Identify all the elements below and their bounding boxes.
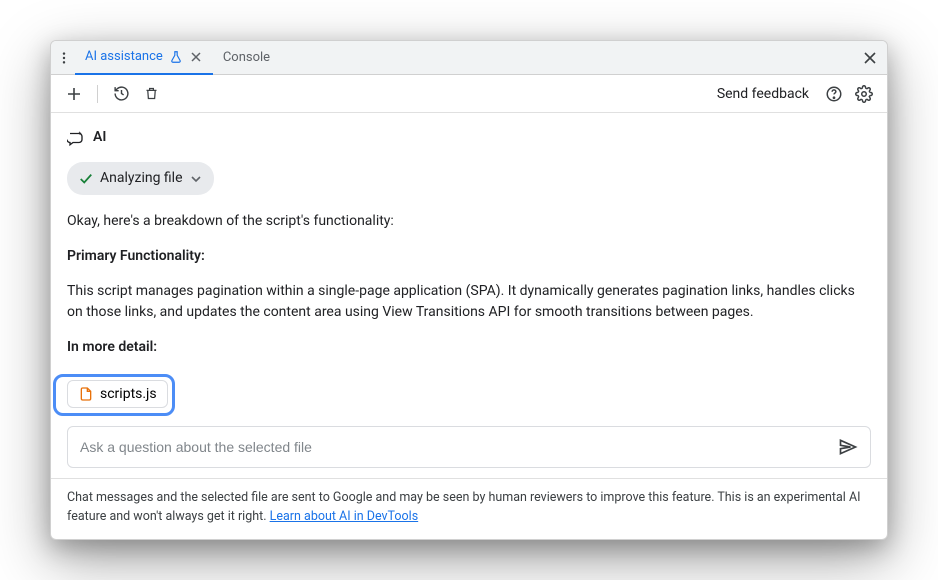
history-button[interactable] [108,81,134,107]
tab-label: AI assistance [85,49,163,64]
analyzing-chip[interactable]: Analyzing file [67,162,214,195]
panel-close-button[interactable] [855,43,885,73]
disclaimer-link[interactable]: Learn about AI in DevTools [270,509,419,524]
file-chip-label: scripts.js [100,386,157,402]
prompt-input-row [67,426,871,468]
message-heading-1: Primary Functionality: [67,246,871,267]
message-intro: Okay, here's a breakdown of the script's… [67,211,871,232]
tab-ai-assistance[interactable]: AI assistance [75,41,213,75]
more-tabs-button[interactable] [53,45,75,71]
devtools-panel: AI assistance Console Send feedback [50,40,888,540]
check-icon [79,172,93,186]
send-feedback-link[interactable]: Send feedback [709,82,817,106]
tab-console[interactable]: Console [213,41,280,75]
message-body-1: This script manages pagination within a … [67,281,871,323]
chevron-down-icon [190,173,202,185]
help-button[interactable] [821,81,847,107]
prompt-input[interactable] [80,439,834,455]
sparkle-icon [67,129,85,147]
message-heading-2: In more detail: [67,337,871,358]
send-button[interactable] [834,433,862,461]
toolbar-separator [97,85,98,103]
file-context-row: scripts.js [51,380,887,418]
chip-label: Analyzing file [100,168,183,189]
tab-strip: AI assistance Console [51,41,887,75]
flask-icon [169,50,183,64]
ai-header: AI [67,127,871,148]
file-icon [78,386,94,402]
settings-button[interactable] [851,81,877,107]
chat-content: AI Analyzing file Okay, here's a breakdo… [51,113,887,380]
tab-label: Console [223,50,270,65]
file-chip[interactable]: scripts.js [67,380,168,408]
disclaimer: Chat messages and the selected file are … [51,478,887,539]
tab-close-button[interactable] [189,50,203,64]
delete-button[interactable] [138,81,164,107]
disclaimer-text: Chat messages and the selected file are … [67,490,861,524]
ai-label: AI [93,127,106,148]
toolbar: Send feedback [51,75,887,113]
new-chat-button[interactable] [61,81,87,107]
